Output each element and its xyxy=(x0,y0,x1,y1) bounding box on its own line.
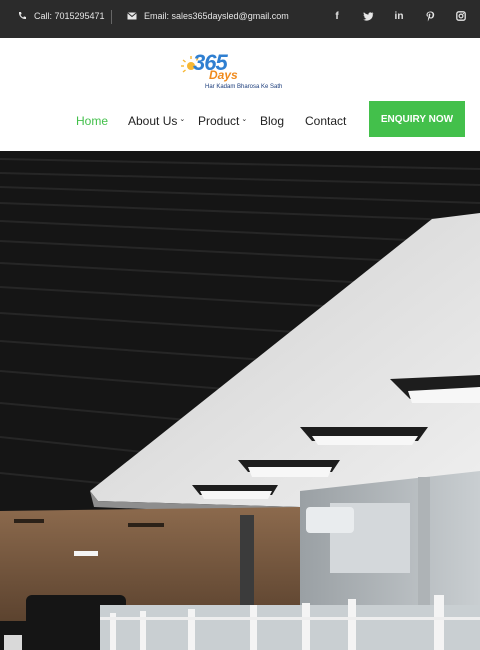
nav-label: Product xyxy=(198,114,240,128)
phone-icon xyxy=(16,10,28,22)
nav-label: Home xyxy=(76,114,109,128)
envelope-icon xyxy=(126,10,138,22)
nav-label: Contact xyxy=(305,114,347,128)
nav-label: About Us xyxy=(128,114,178,128)
email-contact[interactable]: Email: sales365daysled@gmail.com xyxy=(126,10,289,22)
twitter-icon[interactable] xyxy=(361,9,375,23)
site-header: 365 Days Har Kadam Bharosa Ke Sath Home … xyxy=(0,38,480,151)
email-text: Email: sales365daysled@gmail.com xyxy=(144,11,289,21)
nav-item-about-us[interactable]: About Us ⌄ xyxy=(128,114,185,128)
top-bar: Call: 7015295471 Email: sales365daysled@… xyxy=(0,0,480,38)
nav-item-home[interactable]: Home xyxy=(76,114,108,128)
hero-banner xyxy=(0,151,480,650)
linkedin-icon[interactable]: in xyxy=(392,9,406,23)
logo-tagline: Har Kadam Bharosa Ke Sath xyxy=(205,84,283,90)
enquiry-now-button[interactable]: ENQUIRY NOW xyxy=(369,101,465,137)
logo-word: Days xyxy=(209,68,238,82)
pinterest-icon[interactable] xyxy=(423,9,437,23)
office-ceiling-image xyxy=(0,151,480,650)
site-logo[interactable]: 365 Days Har Kadam Bharosa Ke Sath xyxy=(179,48,297,96)
nav-item-contact[interactable]: Contact xyxy=(305,114,346,128)
nav-item-blog[interactable]: Blog xyxy=(260,114,284,128)
phone-text: Call: 7015295471 xyxy=(34,11,105,21)
chevron-down-icon: ⌄ xyxy=(241,116,248,123)
divider xyxy=(111,10,112,24)
nav-label: Blog xyxy=(260,114,285,128)
facebook-icon[interactable]: f xyxy=(330,9,344,23)
nav-item-product[interactable]: Product ⌄ xyxy=(198,114,247,128)
social-links: f in xyxy=(330,9,468,23)
instagram-icon[interactable] xyxy=(454,9,468,23)
phone-contact[interactable]: Call: 7015295471 xyxy=(16,10,105,22)
chevron-down-icon: ⌄ xyxy=(179,116,186,123)
